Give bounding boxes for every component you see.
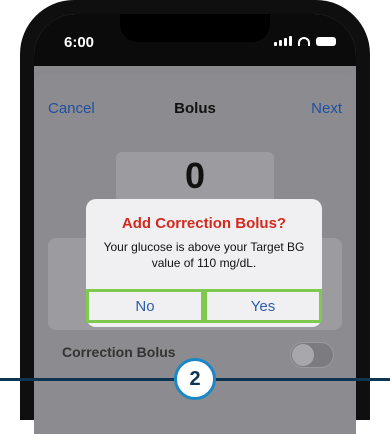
status-icons <box>274 36 336 46</box>
yes-button[interactable]: Yes <box>204 289 322 323</box>
status-bar: 6:00 <box>34 14 356 66</box>
signal-icon <box>274 36 292 46</box>
nav-bar: Bolus Cancel Next <box>34 100 356 122</box>
wifi-icon <box>298 36 310 46</box>
notch <box>120 14 270 42</box>
units-value: 0 <box>184 155 206 196</box>
alert-message: Your glucose is above your Target BG val… <box>103 240 305 270</box>
correction-bolus-label: Correction Bolus <box>62 344 176 360</box>
alert-title: Add Correction Bolus? <box>121 215 287 232</box>
next-button[interactable]: Next <box>311 100 342 117</box>
status-time: 6:00 <box>64 34 95 51</box>
step-badge: 2 <box>174 358 216 400</box>
cancel-button[interactable]: Cancel <box>48 100 95 117</box>
battery-icon <box>316 36 336 46</box>
no-button[interactable]: No <box>86 289 204 323</box>
correction-bolus-toggle[interactable] <box>290 342 334 368</box>
